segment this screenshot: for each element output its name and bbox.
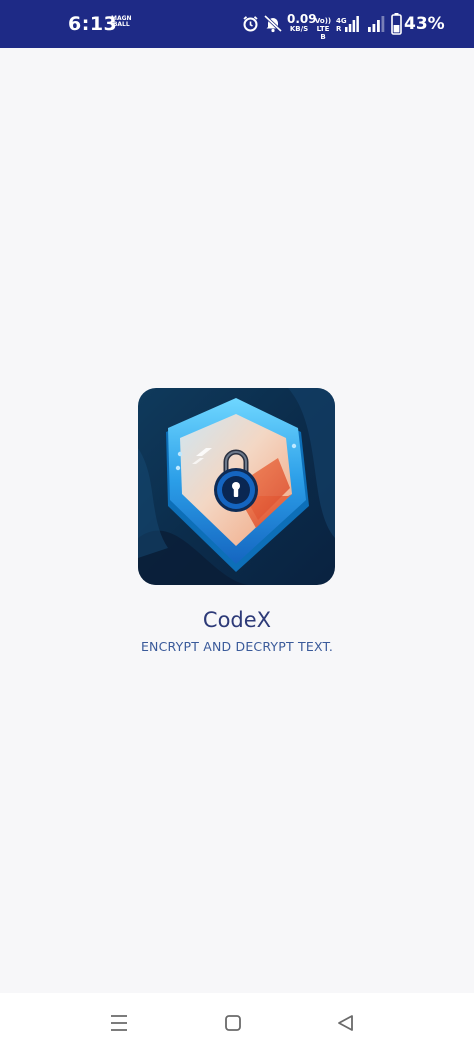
battery-icon (391, 13, 402, 35)
alarm-icon (243, 16, 258, 32)
back-icon[interactable] (328, 1007, 364, 1039)
padlock-shield-icon (138, 388, 335, 585)
signal-icon (345, 16, 359, 32)
volte-indicator: Vo)) LTE B (314, 17, 332, 41)
status-mini-label: MAGN BALL (111, 15, 132, 28)
signal-icon (368, 16, 385, 32)
status-bar: 6:13 MAGN BALL 0.09 KB/S Vo)) LTE B 4G R (0, 0, 474, 48)
status-time: 6:13 (68, 13, 118, 35)
app-tagline: ENCRYPT AND DECRYPT TEXT. (140, 639, 334, 654)
app-name: CodeX (202, 608, 272, 632)
do-not-disturb-icon (263, 14, 283, 33)
home-icon[interactable] (215, 1007, 251, 1039)
battery-percent: 43% (404, 14, 445, 34)
navigation-bar (0, 993, 474, 1053)
app-logo (138, 388, 335, 585)
menu-icon[interactable] (101, 1007, 137, 1039)
net-speed: 0.09 KB/S (287, 12, 317, 33)
